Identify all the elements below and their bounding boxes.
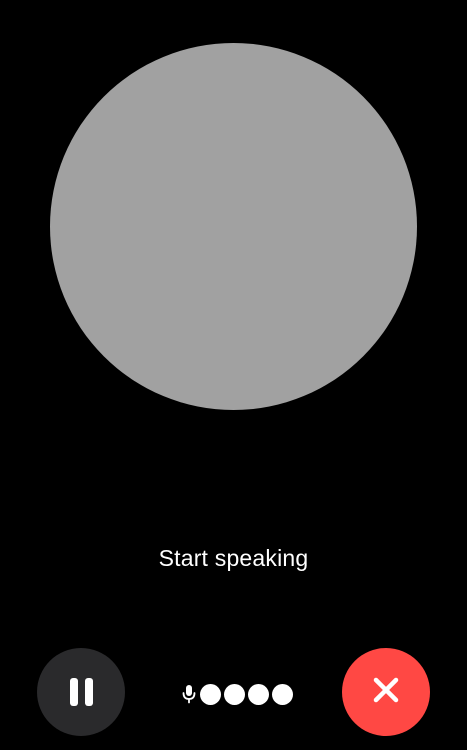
close-icon: [371, 675, 401, 710]
audio-level-dot: [224, 683, 245, 705]
audio-level-dot: [200, 683, 221, 705]
pause-bar-right: [84, 678, 93, 706]
pause-bar-left: [69, 678, 78, 706]
voice-orb: [50, 43, 417, 410]
end-session-button[interactable]: [342, 648, 430, 736]
pause-button[interactable]: [37, 648, 125, 736]
voice-mode-screen: Start speaking: [0, 0, 467, 750]
status-text: Start speaking: [158, 545, 309, 571]
pause-icon: [69, 678, 93, 706]
audio-level-indicator: [181, 683, 293, 705]
microphone-icon: [181, 683, 197, 705]
audio-level-dot: [248, 683, 269, 705]
audio-level-dot: [272, 683, 293, 705]
